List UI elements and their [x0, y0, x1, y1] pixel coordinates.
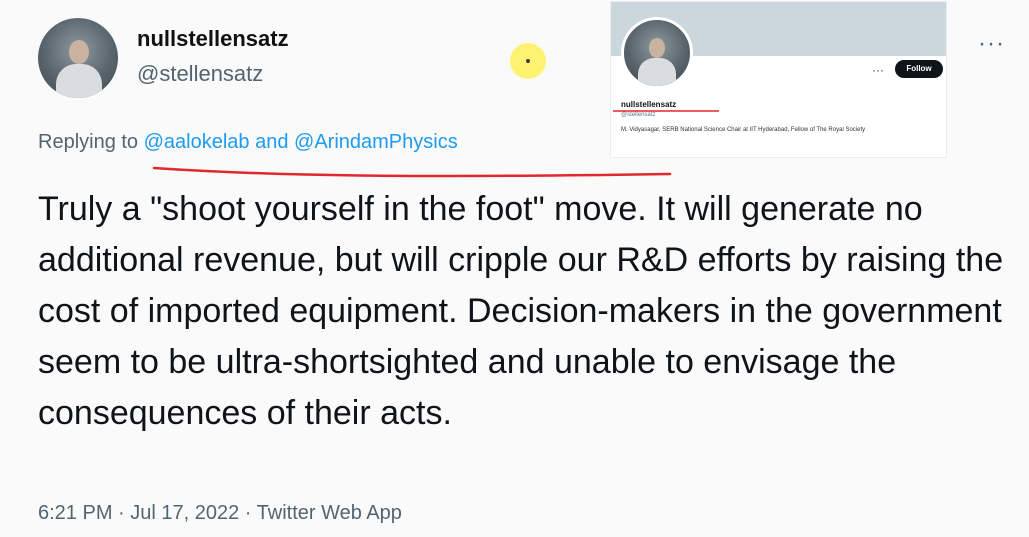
tweet-card: nullstellensatz @stellensatz ··· Replyin… — [0, 0, 1029, 537]
avatar[interactable] — [38, 18, 118, 98]
replying-to: Replying to @aalokelab and @ArindamPhysi… — [38, 131, 458, 154]
more-horizontal-icon[interactable]: ··· — [978, 30, 1005, 58]
inset-profile-card: ··· Follow nullstellensatz @stellensatz … — [611, 2, 946, 157]
inset-avatar — [621, 17, 693, 89]
cursor-highlight — [510, 43, 546, 79]
inset-more-icon: ··· — [872, 63, 884, 77]
reply-mentions-link[interactable]: @aalokelab and @ArindamPhysics — [144, 131, 458, 153]
replying-label: Replying to — [38, 131, 144, 153]
follow-button: Follow — [895, 60, 943, 78]
tweet-timestamp[interactable]: 6:21 PM · Jul 17, 2022 · Twitter Web App — [38, 502, 402, 525]
display-name[interactable]: nullstellensatz — [137, 26, 289, 52]
inset-bio: M. Vidyasagar, SERB National Science Cha… — [621, 127, 866, 133]
user-handle[interactable]: @stellensatz — [137, 61, 263, 87]
tweet-text: Truly a "shoot yourself in the foot" mov… — [38, 190, 1004, 432]
inset-annotation-underline — [613, 110, 719, 112]
annotation-underline — [152, 166, 672, 178]
